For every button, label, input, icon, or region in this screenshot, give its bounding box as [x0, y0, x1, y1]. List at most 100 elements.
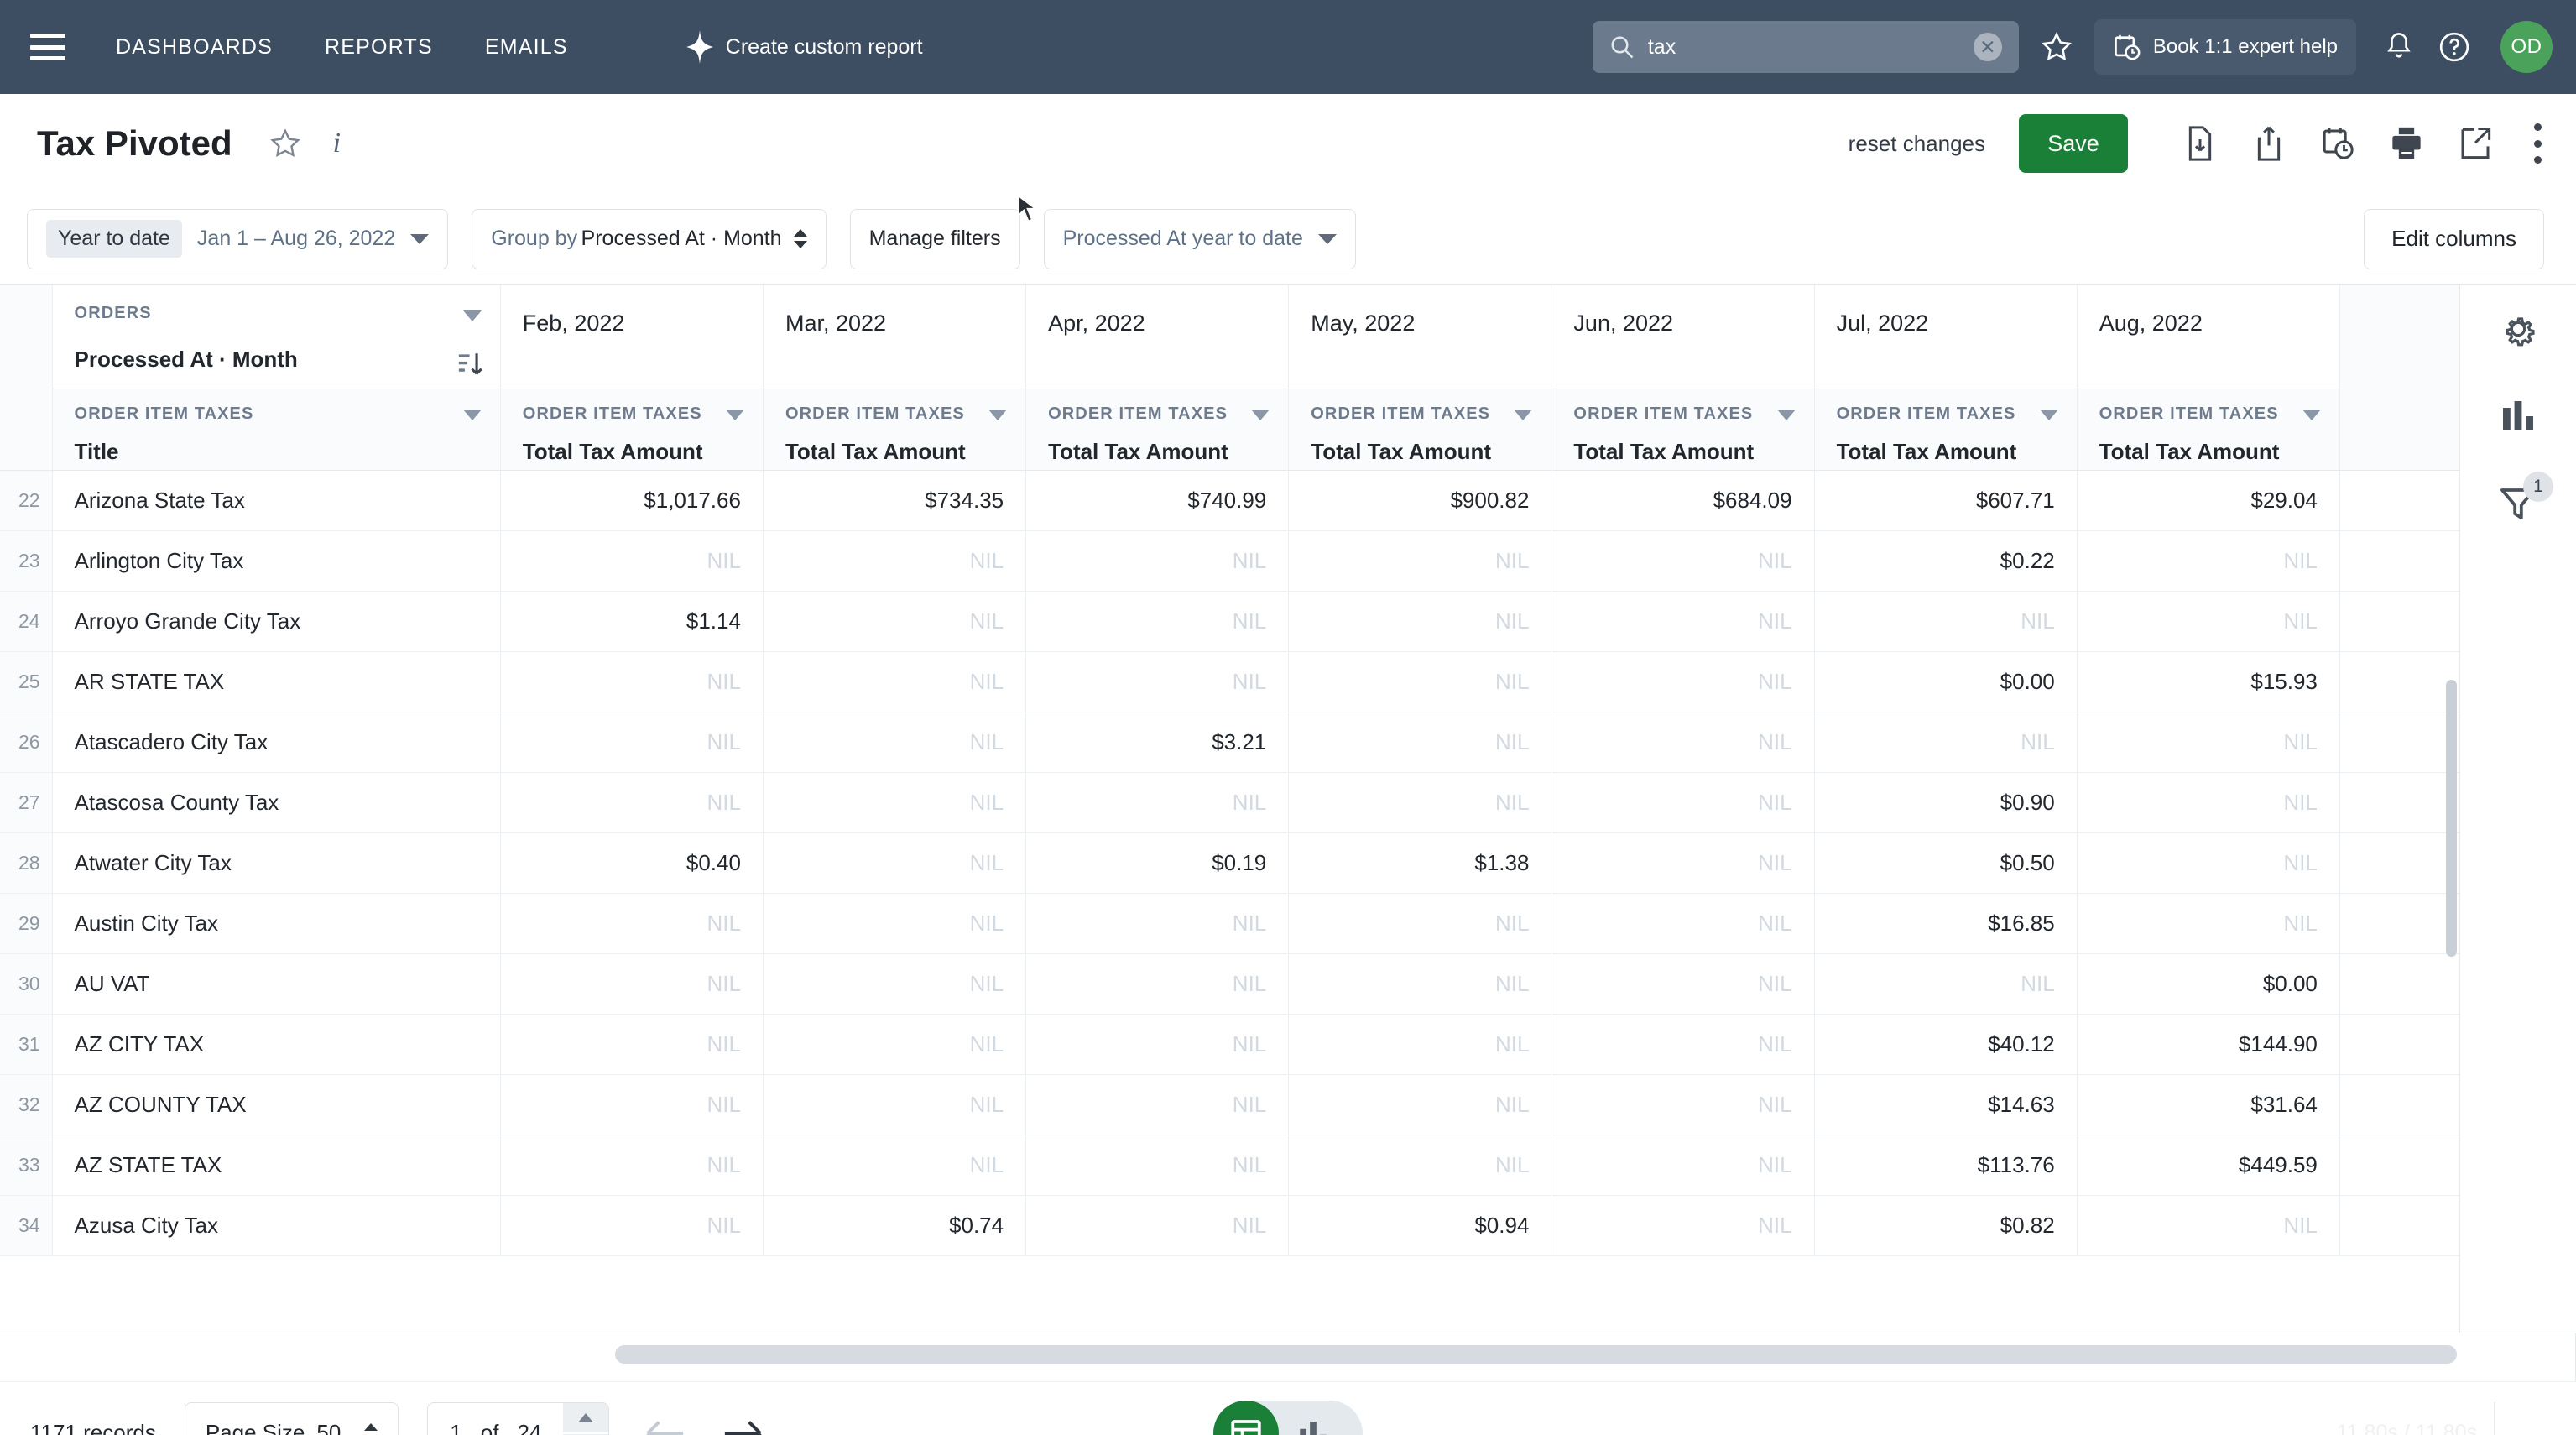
- table-cell-value[interactable]: NIL: [1025, 591, 1290, 652]
- table-cell-value[interactable]: NIL: [1288, 1074, 1552, 1135]
- measure-header-cell[interactable]: ORDER ITEM TAXES Total Tax Amount: [1289, 389, 1551, 470]
- table-cell-value[interactable]: NIL: [1288, 712, 1552, 773]
- table-cell-value[interactable]: $607.71: [1814, 470, 2078, 531]
- table-cell-value[interactable]: NIL: [1025, 1195, 1290, 1256]
- table-cell-value[interactable]: NIL: [1551, 1195, 1815, 1256]
- table-cell-value[interactable]: $29.04: [2077, 470, 2340, 531]
- manage-filters-button[interactable]: Manage filters: [849, 208, 1020, 269]
- download-file-icon[interactable]: [2183, 125, 2217, 162]
- table-cell-value[interactable]: NIL: [763, 1014, 1027, 1075]
- table-cell-value[interactable]: NIL: [1551, 893, 1815, 954]
- table-cell-value[interactable]: NIL: [1551, 530, 1815, 592]
- table-cell-value[interactable]: $0.94: [1288, 1195, 1552, 1256]
- row-title-cell[interactable]: Atwater City Tax: [52, 832, 501, 894]
- table-row[interactable]: 34 Azusa City Tax NIL $0.74 NIL $0.94 NIL $0.82…: [0, 1195, 2459, 1256]
- settings-gear-button[interactable]: [2498, 309, 2538, 349]
- schedule-calendar-clock-icon[interactable]: [2321, 125, 2354, 162]
- global-search-box[interactable]: ✕: [1592, 21, 2019, 73]
- table-row[interactable]: 26 Atascadero City Tax NIL NIL $3.21 NIL NIL NI…: [0, 712, 2459, 773]
- reset-changes-button[interactable]: reset changes: [1849, 131, 1985, 157]
- table-cell-value[interactable]: NIL: [1288, 651, 1552, 712]
- table-cell-value[interactable]: NIL: [1551, 1074, 1815, 1135]
- table-cell-value[interactable]: NIL: [1025, 772, 1290, 833]
- table-cell-value[interactable]: NIL: [1814, 591, 2078, 652]
- table-cell-value[interactable]: $14.63: [1814, 1074, 2078, 1135]
- chevron-down-icon[interactable]: [1776, 410, 1796, 420]
- row-title-cell[interactable]: Azusa City Tax: [52, 1195, 501, 1256]
- nav-link-dashboards[interactable]: DASHBOARDS: [116, 35, 273, 60]
- table-cell-value[interactable]: NIL: [1551, 832, 1815, 894]
- table-cell-value[interactable]: NIL: [1288, 1135, 1552, 1196]
- table-cell-value[interactable]: NIL: [1025, 530, 1290, 592]
- row-dimension-block[interactable]: ORDERS Processed At · Month: [52, 285, 500, 389]
- table-cell-value[interactable]: NIL: [1025, 651, 1290, 712]
- table-cell-value[interactable]: NIL: [1551, 772, 1815, 833]
- table-cell-value[interactable]: NIL: [1025, 953, 1290, 1015]
- chevron-down-icon[interactable]: [988, 410, 1008, 420]
- table-cell-value[interactable]: NIL: [763, 772, 1027, 833]
- horizontal-scrollbar-thumb[interactable]: [615, 1345, 2457, 1364]
- row-title-cell[interactable]: Arlington City Tax: [52, 530, 501, 592]
- table-cell-value[interactable]: $144.90: [2077, 1014, 2340, 1075]
- table-cell-value[interactable]: NIL: [763, 953, 1027, 1015]
- page-current[interactable]: 1: [450, 1420, 461, 1435]
- table-cell-value[interactable]: NIL: [1551, 712, 1815, 773]
- table-cell-value[interactable]: NIL: [763, 893, 1027, 954]
- row-title-cell[interactable]: AU VAT: [52, 953, 501, 1015]
- notifications-bell-icon[interactable]: [2385, 31, 2413, 63]
- chevron-down-icon[interactable]: [1514, 410, 1533, 420]
- table-cell-value[interactable]: $0.00: [2077, 953, 2340, 1015]
- open-external-icon[interactable]: [2459, 125, 2492, 162]
- chart-view-toggle-icon[interactable]: [1296, 1416, 1331, 1435]
- table-cell-value[interactable]: NIL: [500, 712, 764, 773]
- table-row[interactable]: 31 AZ CITY TAX NIL NIL NIL NIL NIL $40.12 $144.9…: [0, 1014, 2459, 1075]
- more-options-icon[interactable]: [2532, 123, 2542, 164]
- table-cell-value[interactable]: NIL: [1025, 1074, 1290, 1135]
- table-row[interactable]: 28 Atwater City Tax $0.40 NIL $0.19 $1.38 NIL $…: [0, 832, 2459, 894]
- row-title-cell[interactable]: AZ STATE TAX: [52, 1135, 501, 1196]
- next-page-arrow-icon[interactable]: [722, 1417, 764, 1435]
- table-row[interactable]: 22 Arizona State Tax $1,017.66 $734.35 $740.…: [0, 470, 2459, 531]
- table-cell-value[interactable]: NIL: [2077, 832, 2340, 894]
- table-cell-value[interactable]: NIL: [500, 1195, 764, 1256]
- table-cell-value[interactable]: NIL: [500, 530, 764, 592]
- table-cell-value[interactable]: $0.00: [1814, 651, 2078, 712]
- nav-link-emails[interactable]: EMAILS: [485, 35, 568, 60]
- print-icon[interactable]: [2390, 125, 2423, 162]
- measure-header-cell[interactable]: ORDER ITEM TAXES Total Tax Amount: [1026, 389, 1289, 470]
- table-cell-value[interactable]: NIL: [500, 1135, 764, 1196]
- save-button[interactable]: Save: [2019, 114, 2128, 173]
- table-cell-value[interactable]: NIL: [500, 651, 764, 712]
- chevron-down-icon[interactable]: [2302, 410, 2321, 420]
- table-row[interactable]: 25 AR STATE TAX NIL NIL NIL NIL NIL $0.00 $15.93: [0, 651, 2459, 712]
- table-cell-value[interactable]: $15.93: [2077, 651, 2340, 712]
- chevron-down-icon[interactable]: [462, 310, 482, 321]
- table-cell-value[interactable]: NIL: [763, 591, 1027, 652]
- chevron-down-icon[interactable]: [725, 410, 744, 420]
- table-cell-value[interactable]: NIL: [500, 953, 764, 1015]
- table-cell-value[interactable]: $113.76: [1814, 1135, 2078, 1196]
- table-view-button[interactable]: [1213, 1400, 1279, 1435]
- table-cell-value[interactable]: NIL: [1288, 953, 1552, 1015]
- table-row[interactable]: 29 Austin City Tax NIL NIL NIL NIL NIL $16.85 NI…: [0, 893, 2459, 954]
- table-cell-value[interactable]: NIL: [1025, 1014, 1290, 1075]
- table-cell-value[interactable]: $1.14: [500, 591, 764, 652]
- sort-descending-icon[interactable]: [456, 349, 485, 379]
- table-cell-value[interactable]: NIL: [763, 712, 1027, 773]
- table-cell-value[interactable]: $734.35: [763, 470, 1027, 531]
- table-cell-value[interactable]: $16.85: [1814, 893, 2078, 954]
- chevron-down-icon[interactable]: [1251, 410, 1270, 420]
- table-cell-value[interactable]: NIL: [2077, 772, 2340, 833]
- measure-header-cell[interactable]: ORDER ITEM TAXES Total Tax Amount: [2077, 389, 2339, 470]
- favorite-report-star-icon[interactable]: [269, 128, 301, 159]
- table-cell-value[interactable]: NIL: [763, 1135, 1027, 1196]
- vertical-scrollbar-thumb[interactable]: [2446, 680, 2457, 957]
- horizontal-scrollbar[interactable]: [0, 1333, 2576, 1381]
- table-cell-value[interactable]: NIL: [1288, 530, 1552, 592]
- table-cell-value[interactable]: NIL: [2077, 712, 2340, 773]
- hamburger-menu-icon[interactable]: [30, 34, 65, 60]
- table-cell-value[interactable]: $740.99: [1025, 470, 1290, 531]
- previous-page-arrow-icon[interactable]: [644, 1417, 686, 1435]
- table-cell-value[interactable]: NIL: [1551, 1135, 1815, 1196]
- table-row[interactable]: 24 Arroyo Grande City Tax $1.14 NIL NIL NIL NI…: [0, 591, 2459, 652]
